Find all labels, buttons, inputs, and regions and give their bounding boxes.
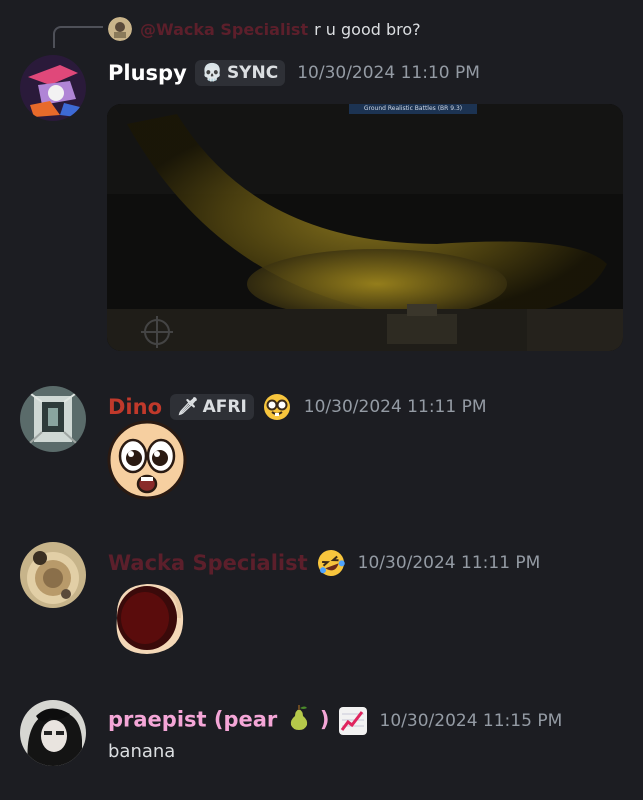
message-praepist: praepist (pear ) 10/30/2024 11:15 PM ban… — [0, 685, 643, 795]
reply-text: r u good bro? — [314, 19, 421, 39]
chart-increasing-icon — [338, 706, 368, 736]
guild-tag-label: AFRI — [202, 397, 247, 417]
timestamp[interactable]: 10/30/2024 11:11 PM — [304, 397, 487, 417]
timestamp[interactable]: 10/30/2024 11:11 PM — [358, 553, 541, 573]
message-wacka: Wacka Specialist 10/30/2024 11:11 PM — [0, 530, 643, 670]
username-pluspy[interactable]: Pluspy — [108, 61, 187, 85]
message-header: praepist (pear ) 10/30/2024 11:15 PM — [108, 705, 562, 736]
reply-avatar[interactable] — [108, 17, 132, 41]
guild-tag[interactable]: 💀 SYNC — [194, 60, 286, 86]
timestamp[interactable]: 10/30/2024 11:10 PM — [297, 63, 480, 83]
hole-mouth-emoji[interactable] — [107, 578, 187, 658]
message-header: Pluspy 💀 SYNC 10/30/2024 11:10 PM — [108, 60, 480, 86]
nerd-face-icon — [262, 392, 292, 422]
skull-icon: 💀 — [201, 63, 223, 83]
avatar-pluspy[interactable] — [20, 55, 86, 121]
message-dino: Dino 🗡 AFRI 10/30/2024 11:11 PM — [0, 370, 643, 520]
sword-icon: 🗡 — [177, 397, 199, 417]
overlay-label: Ground Realistic Battles (BR 9.3) — [363, 105, 463, 112]
message-pluspy: @Wacka Specialist r u good bro? Pluspy 💀… — [0, 0, 643, 360]
pleading-face-emoji[interactable] — [107, 420, 187, 500]
image-attachment[interactable]: Ground Realistic Battles (BR 9.3) — [107, 104, 623, 351]
reply-connector — [53, 26, 103, 48]
timestamp[interactable]: 10/30/2024 11:15 PM — [380, 711, 563, 731]
message-text: banana — [108, 741, 176, 762]
reply-preview[interactable]: @Wacka Specialist r u good bro? — [108, 17, 421, 41]
avatar-praepist[interactable] — [20, 700, 86, 766]
username-close: ) — [319, 707, 330, 732]
guild-tag[interactable]: 🗡 AFRI — [170, 394, 254, 420]
avatar-dino[interactable] — [20, 386, 86, 452]
username-wacka[interactable]: Wacka Specialist — [108, 551, 308, 575]
username-praepist[interactable]: praepist (pear ) — [108, 705, 330, 736]
message-header: Wacka Specialist 10/30/2024 11:11 PM — [108, 548, 540, 578]
avatar-wacka[interactable] — [20, 542, 86, 608]
username-text: praepist (pear — [108, 707, 278, 732]
reply-author[interactable]: @Wacka Specialist — [140, 20, 308, 39]
guild-tag-label: SYNC — [226, 63, 279, 83]
pear-icon — [287, 705, 311, 736]
message-header: Dino 🗡 AFRI 10/30/2024 11:11 PM — [108, 392, 487, 422]
username-dino[interactable]: Dino — [108, 395, 162, 419]
rolling-laughing-icon — [316, 548, 346, 578]
